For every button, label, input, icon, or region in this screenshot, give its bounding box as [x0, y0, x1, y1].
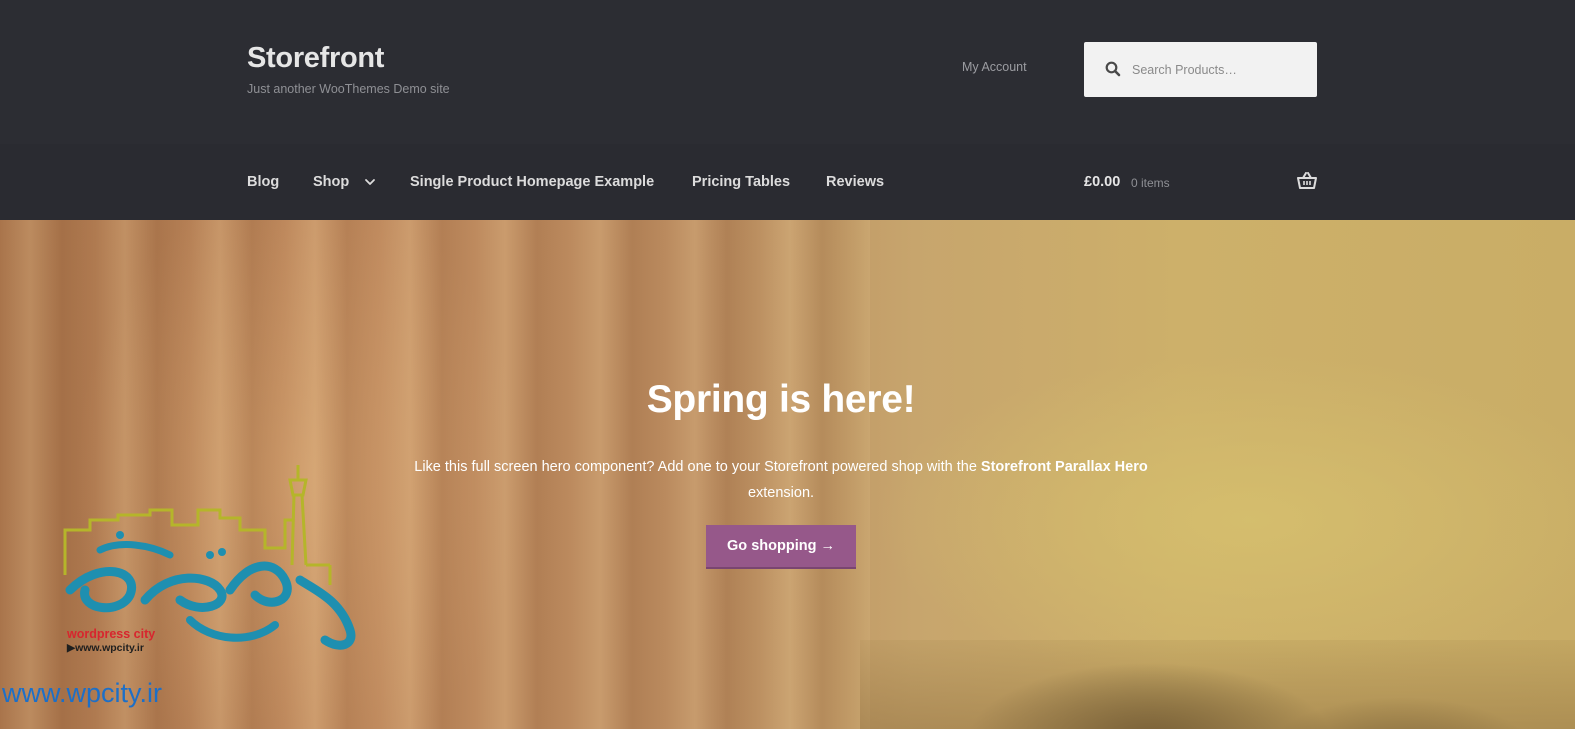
- nav-item-blog[interactable]: Blog: [247, 174, 279, 190]
- watermark-url: www.wpcity.ir: [2, 678, 163, 708]
- hero-extension-name: Storefront Parallax Hero: [980, 459, 1148, 475]
- site-title[interactable]: Storefront: [247, 42, 384, 75]
- nav-item-shop[interactable]: Shop: [313, 174, 349, 190]
- hero-background-shelf: [860, 640, 1575, 729]
- site-tagline: Just another WooThemes Demo site: [247, 82, 450, 96]
- basket-icon[interactable]: [1297, 172, 1317, 190]
- product-search[interactable]: [1084, 42, 1317, 97]
- hero-description-text: Like this full screen hero component? Ad…: [414, 459, 981, 475]
- watermark-brand-name: wordpress city: [67, 627, 156, 641]
- my-account-link[interactable]: My Account: [962, 60, 1027, 74]
- chevron-down-icon[interactable]: [364, 176, 376, 188]
- site-header: Storefront Just another WooThemes Demo s…: [0, 0, 1575, 144]
- nav-item-single-product-homepage[interactable]: Single Product Homepage Example: [410, 174, 654, 190]
- nav-item-pricing-tables[interactable]: Pricing Tables: [692, 174, 790, 190]
- hero-title: Spring is here!: [646, 378, 916, 421]
- hero-description: Like this full screen hero component? Ad…: [380, 454, 1182, 506]
- search-input[interactable]: [1128, 42, 1308, 97]
- watermark-url-small: ▶www.wpcity.ir: [67, 642, 144, 654]
- hero-description-tail: extension.: [747, 485, 815, 501]
- cart-total[interactable]: £0.00: [1084, 174, 1120, 190]
- go-shopping-button[interactable]: Go shopping →: [706, 525, 856, 569]
- search-icon: [1105, 61, 1121, 77]
- nav-item-reviews[interactable]: Reviews: [826, 174, 884, 190]
- cart-item-count[interactable]: 0 items: [1131, 176, 1170, 190]
